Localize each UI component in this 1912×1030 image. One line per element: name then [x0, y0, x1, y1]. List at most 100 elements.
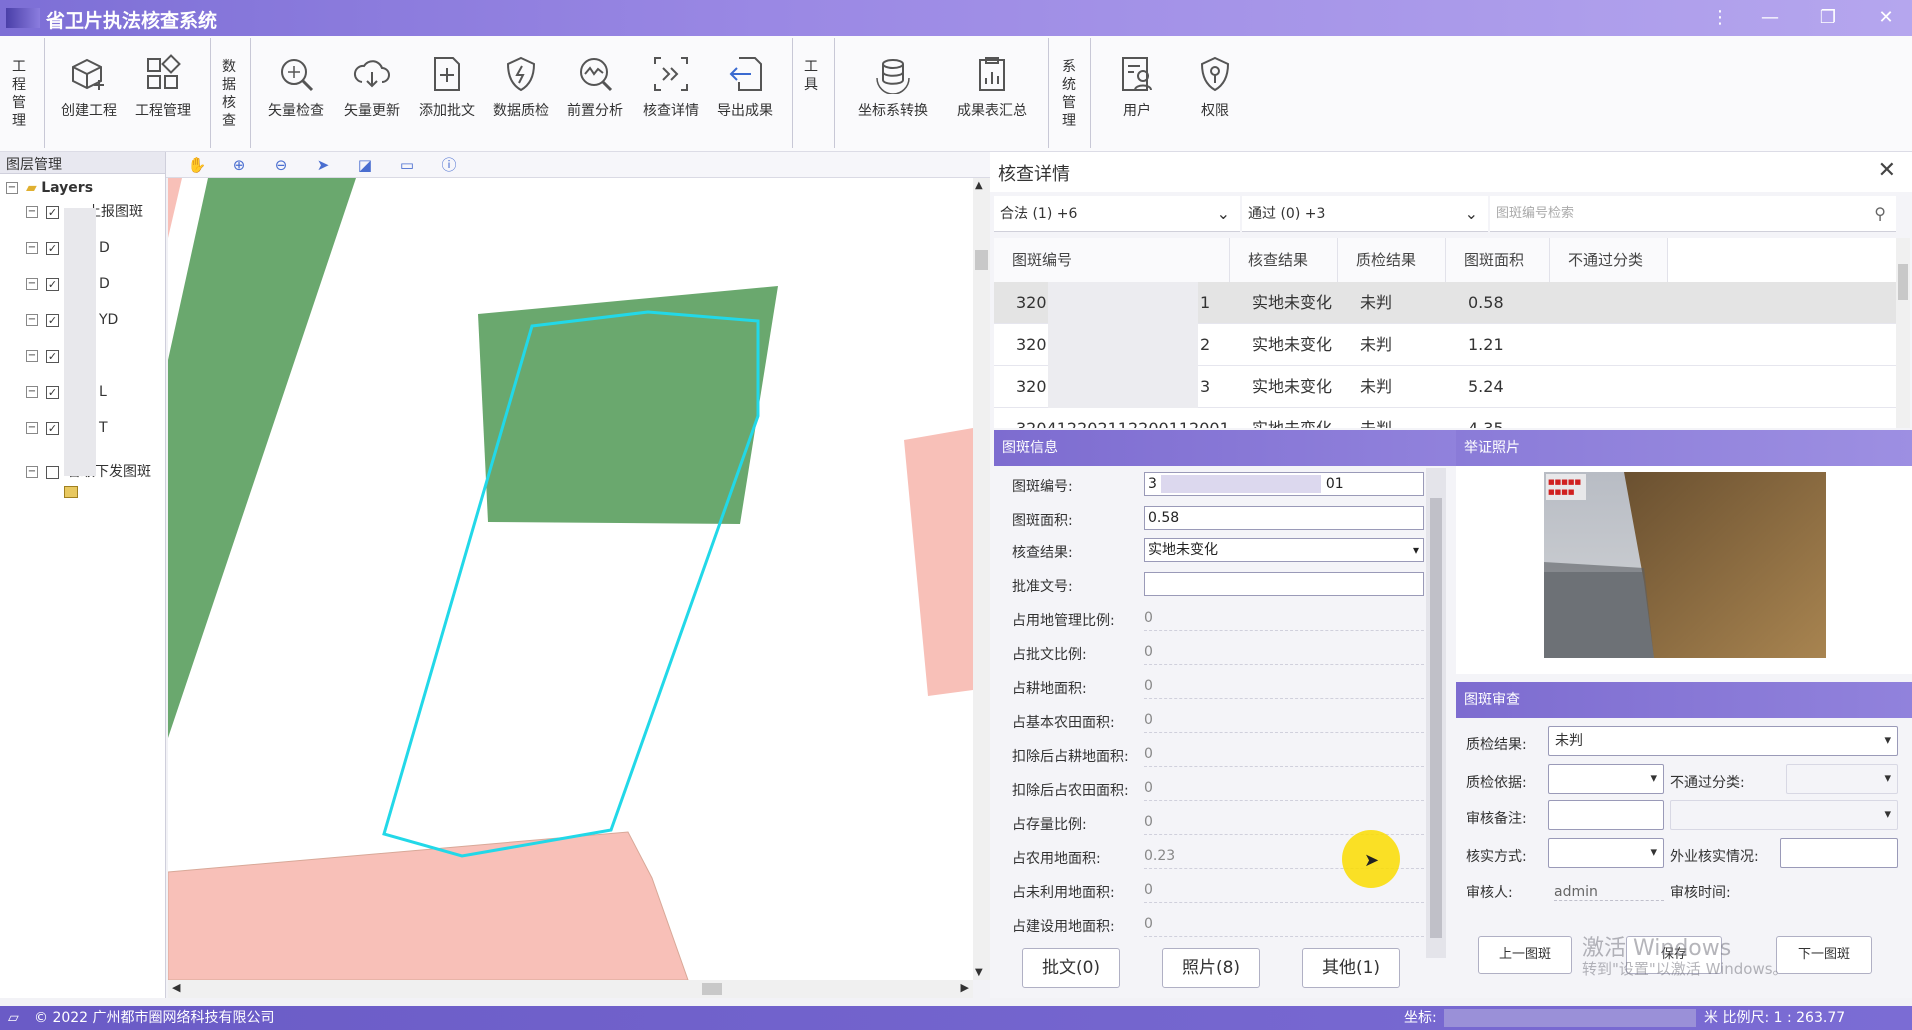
spot-info-header: 图斑信息 — [994, 430, 1464, 466]
layer-checkbox[interactable]: ✓ — [46, 421, 59, 435]
qc-result-select[interactable]: 未判 — [1548, 726, 1898, 756]
pass-filter-dropdown[interactable]: 通过 (0) +3 ⌄ — [1242, 196, 1488, 232]
zoom-in-icon[interactable]: ⊕ — [228, 155, 250, 175]
scroll-right-icon[interactable]: ▶ — [961, 981, 969, 994]
group-label-tools: 工具 — [804, 59, 818, 93]
spot-area-field[interactable]: 0.58 — [1144, 506, 1424, 530]
redacted-area — [1444, 1009, 1696, 1027]
check-result-select[interactable]: 实地未变化 — [1144, 538, 1424, 562]
prev-spot-button[interactable]: 上一图斑 — [1478, 936, 1572, 974]
layer-checkbox[interactable]: ✓ — [46, 385, 59, 399]
vector-check-button[interactable]: 矢量检查 — [259, 54, 333, 138]
measure-icon[interactable]: ▭ — [396, 155, 418, 175]
other-button[interactable]: 其他(1) — [1302, 948, 1400, 988]
spot-id-field[interactable]: 3 01 — [1144, 472, 1424, 496]
status-icon: ▱ — [8, 1010, 19, 1026]
redacted-area — [1048, 324, 1198, 366]
review-note-field[interactable] — [1548, 800, 1664, 830]
create-project-button[interactable]: 创建工程 — [52, 54, 126, 138]
map-canvas[interactable] — [168, 178, 973, 980]
layers-root[interactable]: − ▰ Layers — [6, 178, 93, 198]
table-row[interactable]: 320 3 实地未变化 未判 5.24 — [994, 366, 1896, 408]
pan-icon[interactable]: ✋ — [186, 155, 208, 175]
scale-readout: 米 比例尺: 1 : 263.77 — [1704, 1010, 1846, 1026]
scroll-up-icon[interactable]: ▲ — [975, 180, 983, 191]
field-status-field[interactable] — [1780, 838, 1898, 868]
photos-button[interactable]: 照片(8) — [1162, 948, 1260, 988]
restore-button[interactable]: ❐ — [1814, 4, 1842, 32]
pre-analysis-button[interactable]: 前置分析 — [558, 54, 632, 138]
table-scrollbar[interactable] — [1896, 238, 1910, 428]
tool-label: 添加批文 — [419, 103, 475, 119]
table-row[interactable]: 320412202112200112001 实地未变化 未判 4.35 — [994, 408, 1896, 428]
review-note-select[interactable] — [1670, 800, 1898, 830]
scroll-left-icon[interactable]: ◀ — [172, 981, 180, 994]
tool-label: 权限 — [1201, 103, 1229, 119]
map-toolbar: ✋ ⊕ ⊖ ➤ ◪ ▭ ⓘ — [166, 152, 990, 178]
table-row[interactable]: 320 2 实地未变化 未判 1.21 — [994, 324, 1896, 366]
map-vertical-scrollbar[interactable]: ▲ ▼ — [973, 178, 990, 980]
permission-icon — [1200, 56, 1230, 92]
magnify-icon — [281, 59, 314, 92]
legal-filter-dropdown[interactable]: 合法 (1) +6 ⌄ — [994, 196, 1240, 232]
column-header[interactable]: 质检结果 — [1338, 238, 1446, 282]
more-icon[interactable]: ⋮ — [1706, 4, 1734, 32]
layer-checkbox[interactable] — [46, 465, 59, 479]
collapse-icon[interactable]: − — [6, 182, 18, 194]
info-icon[interactable]: ⓘ — [438, 155, 460, 175]
vector-update-button[interactable]: 矢量更新 — [335, 54, 409, 138]
app-title: 省卫片执法核查系统 — [46, 10, 218, 32]
scroll-thumb[interactable] — [975, 250, 988, 270]
export-result-button[interactable]: 导出成果 — [708, 54, 782, 138]
qc-basis-select[interactable] — [1548, 764, 1664, 794]
layer-checkbox[interactable]: ✓ — [46, 241, 59, 255]
user-icon — [1122, 57, 1152, 91]
minimize-button[interactable]: — — [1756, 4, 1784, 32]
layer-checkbox[interactable]: ✓ — [46, 205, 59, 219]
map-horizontal-scrollbar[interactable]: ◀ ▶ — [168, 980, 973, 998]
tool-label: 前置分析 — [567, 103, 623, 119]
coord-transform-button[interactable]: 坐标系转换 — [850, 54, 936, 138]
divider — [44, 38, 45, 148]
scroll-down-icon[interactable]: ▼ — [975, 967, 983, 978]
redacted-area — [1161, 475, 1322, 493]
title-bar: 省卫片执法核查系统 ⋮ — ❐ ✕ — [0, 0, 1912, 36]
approval-button[interactable]: 批文(0) — [1022, 948, 1120, 988]
add-approval-button[interactable]: 添加批文 — [410, 54, 484, 138]
layer-checkbox[interactable]: ✓ — [46, 313, 59, 327]
fail-class-select[interactable] — [1786, 764, 1898, 794]
layer-panel: 图层管理 − ▰ Layers − ✓ 上报图斑 − ✓ D − ✓ D − ✓ YD − ✓ − ✓… — [0, 152, 166, 998]
layer-checkbox[interactable]: ✓ — [46, 277, 59, 291]
app-logo — [6, 8, 40, 28]
column-header[interactable]: 不通过分类 — [1550, 238, 1668, 282]
column-header[interactable]: 图斑编号 — [994, 238, 1230, 282]
project-manage-button[interactable]: 工程管理 — [126, 54, 200, 138]
next-spot-button[interactable]: 下一图斑 — [1776, 936, 1872, 974]
close-icon[interactable]: ✕ — [1878, 158, 1896, 183]
table-row[interactable]: 320 1 实地未变化 未判 0.58 — [994, 282, 1896, 324]
data-qc-button[interactable]: 数据质检 — [484, 54, 558, 138]
verify-method-select[interactable] — [1548, 838, 1664, 868]
search-input[interactable]: 图斑编号检索 ⚲ — [1490, 196, 1896, 232]
close-window-button[interactable]: ✕ — [1872, 4, 1900, 32]
scroll-thumb[interactable] — [1430, 498, 1442, 938]
layer-checkbox[interactable]: ✓ — [46, 349, 59, 363]
cloud-download-icon — [353, 60, 390, 88]
result-summary-button[interactable]: 成果表汇总 — [950, 54, 1034, 138]
user-button[interactable]: 用户 — [1100, 54, 1174, 138]
approval-number-field[interactable] — [1144, 572, 1424, 596]
scroll-thumb[interactable] — [1898, 264, 1908, 300]
ribbon-toolbar: 工程管理 创建工程 工程管理 数据核查 矢量检查 矢量更新 添加批文 数据质检 … — [0, 36, 1912, 152]
permission-button[interactable]: 权限 — [1178, 54, 1252, 138]
column-header[interactable]: 核查结果 — [1230, 238, 1338, 282]
draw-rect-icon[interactable]: ◪ — [354, 155, 376, 175]
scroll-thumb[interactable] — [702, 983, 722, 995]
zoom-out-icon[interactable]: ⊖ — [270, 155, 292, 175]
evidence-photo[interactable]: ■■■■■ ■■■■ — [1544, 472, 1826, 658]
info-scrollbar[interactable] — [1426, 468, 1446, 958]
activate-windows-note: 转到"设置"以激活 Windows。 — [1582, 960, 1788, 978]
check-detail-button[interactable]: 核查详情 — [634, 54, 708, 138]
select-arrow-icon[interactable]: ➤ — [312, 155, 334, 175]
column-header[interactable]: 图斑面积 — [1446, 238, 1550, 282]
layers-folder-icon: ▰ — [26, 180, 37, 196]
